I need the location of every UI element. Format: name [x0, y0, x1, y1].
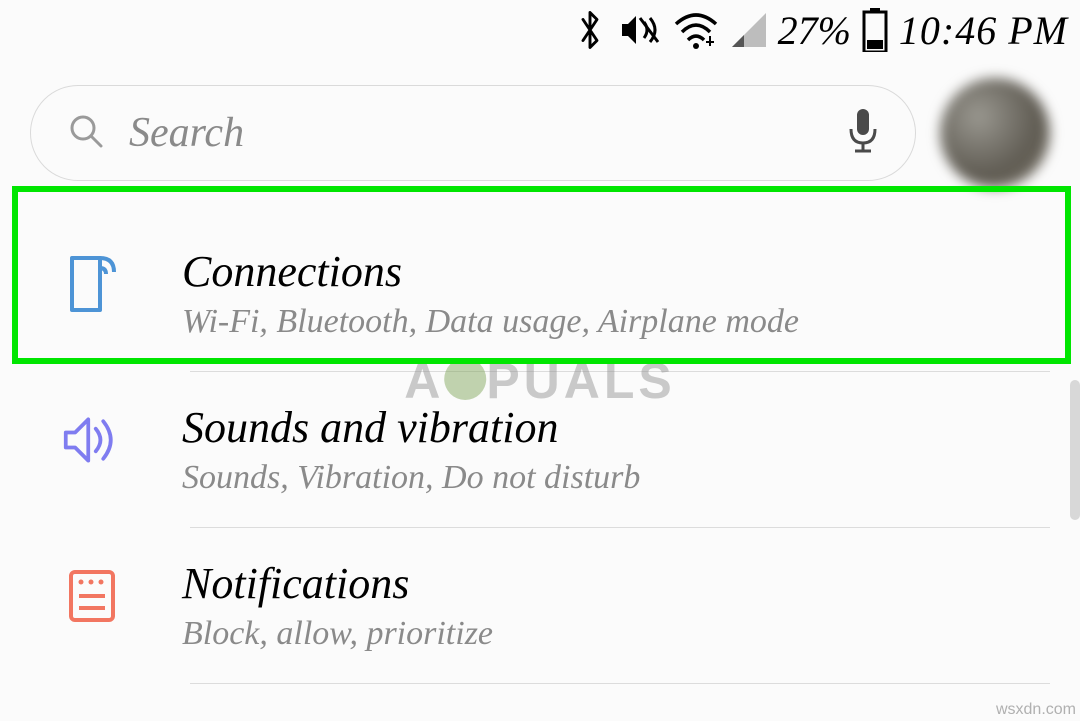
- bluetooth-icon: [576, 8, 604, 52]
- settings-item-title: Notifications: [182, 558, 1050, 609]
- settings-item-connections[interactable]: Connections Wi-Fi, Bluetooth, Data usage…: [0, 216, 1080, 371]
- profile-avatar[interactable]: [940, 78, 1050, 188]
- battery-icon: [861, 8, 889, 52]
- connections-icon: [62, 252, 122, 316]
- settings-item-sounds[interactable]: Sounds and vibration Sounds, Vibration, …: [0, 372, 1080, 527]
- mute-vibrate-icon: [614, 8, 662, 52]
- settings-item-title: Connections: [182, 246, 1050, 297]
- search-icon: [67, 112, 105, 155]
- settings-item-title: Sounds and vibration: [182, 402, 1050, 453]
- cellular-signal-icon: [730, 11, 768, 49]
- settings-item-notifications[interactable]: Notifications Block, allow, prioritize: [0, 528, 1080, 683]
- status-bar: 27% 10:46 PM: [0, 0, 1080, 60]
- microphone-icon[interactable]: [847, 107, 879, 160]
- settings-item-subtitle: Wi-Fi, Bluetooth, Data usage, Airplane m…: [182, 303, 1050, 341]
- search-placeholder: Search: [129, 109, 823, 157]
- speaker-icon: [62, 408, 122, 472]
- settings-item-subtitle: Sounds, Vibration, Do not disturb: [182, 459, 1050, 497]
- notifications-icon: [62, 564, 122, 628]
- search-row: Search: [0, 60, 1080, 216]
- settings-item-subtitle: Block, allow, prioritize: [182, 615, 1050, 653]
- battery-percent: 27%: [778, 7, 851, 54]
- wifi-icon: [672, 10, 720, 50]
- scrollbar[interactable]: [1070, 380, 1080, 520]
- settings-item-title: Display: [182, 714, 1050, 721]
- search-input[interactable]: Search: [30, 85, 916, 181]
- attribution-text: wsxdn.com: [996, 701, 1076, 719]
- status-clock: 10:46 PM: [899, 7, 1068, 54]
- settings-item-display[interactable]: Display: [0, 684, 1080, 721]
- settings-list: Connections Wi-Fi, Bluetooth, Data usage…: [0, 216, 1080, 721]
